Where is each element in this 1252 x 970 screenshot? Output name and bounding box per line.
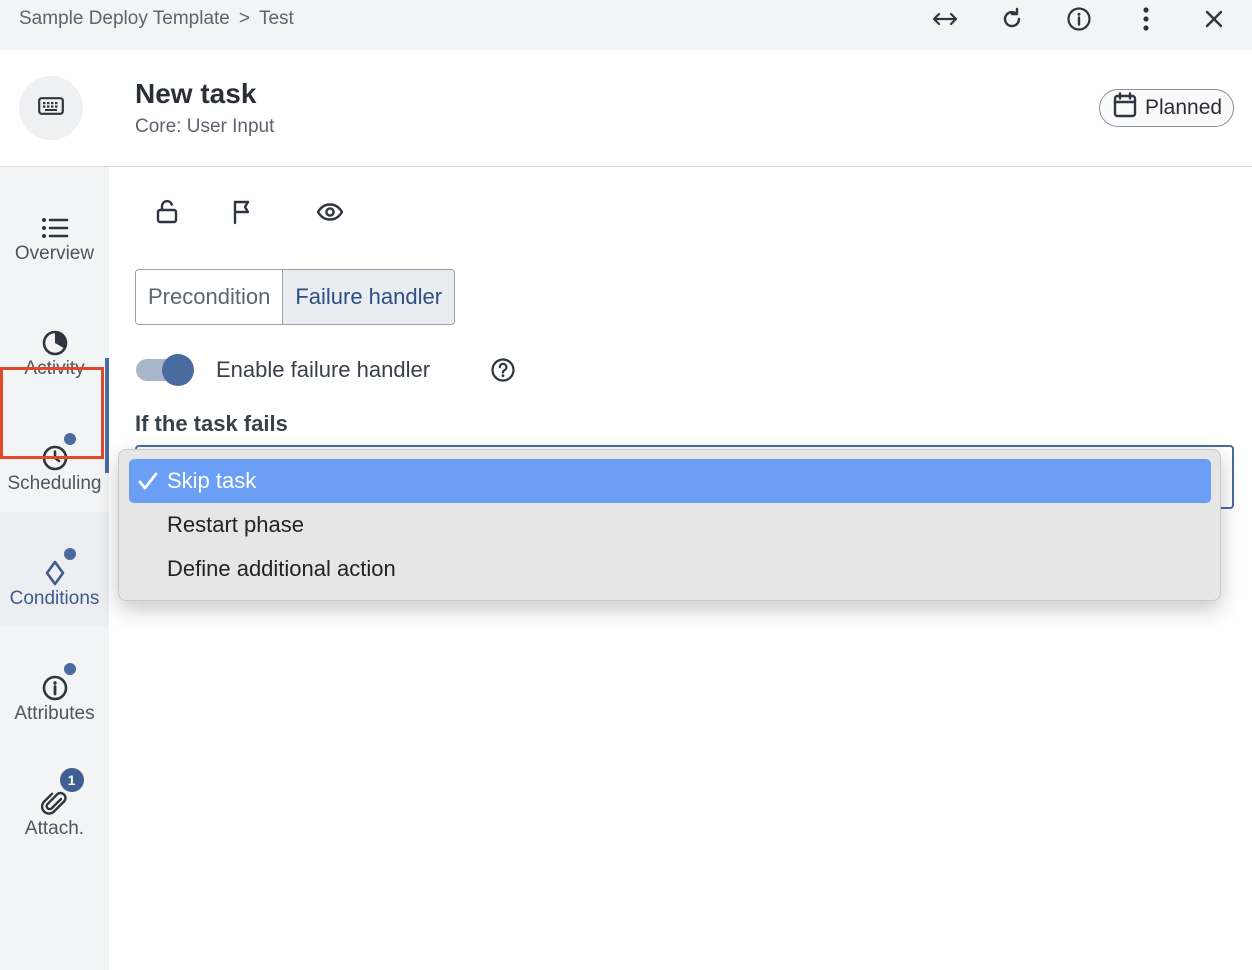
breadcrumb-current: Test <box>258 8 294 29</box>
sidebar-item-attributes[interactable]: Attributes <box>0 627 109 742</box>
close-icon[interactable] <box>1199 4 1229 34</box>
sidebar-item-overview[interactable]: Overview <box>0 167 109 282</box>
page-title: New task <box>135 78 257 109</box>
pie-clock-icon <box>40 328 70 358</box>
dropdown-option-restart-phase[interactable]: Restart phase <box>129 503 1211 547</box>
checkmark-icon <box>129 472 167 490</box>
expand-horizontal-icon[interactable] <box>930 4 960 34</box>
sidebar-item-label: Scheduling <box>7 473 102 494</box>
task-avatar <box>19 76 83 140</box>
tab-precondition[interactable]: Precondition <box>136 270 283 324</box>
sidebar: Overview Activity Scheduling Conditions … <box>0 167 109 970</box>
task-type-subtitle: Core: User Input <box>135 116 275 137</box>
calendar-icon <box>1113 92 1137 124</box>
info-icon[interactable] <box>1064 4 1094 34</box>
sidebar-item-label: Activity <box>24 358 85 379</box>
breadcrumb-parent[interactable]: Sample Deploy Template <box>19 8 230 30</box>
condition-tabs: Precondition Failure handler <box>135 269 456 325</box>
status-label: Planned <box>1145 96 1223 119</box>
help-icon[interactable] <box>490 357 516 383</box>
list-icon <box>40 213 70 243</box>
top-bar: Sample Deploy Template > Test <box>0 0 1252 50</box>
toggle-label: Enable failure handler <box>216 357 431 382</box>
notification-dot <box>63 433 76 445</box>
dropdown-option-skip-task[interactable]: Skip task <box>129 459 1211 503</box>
diamond-icon <box>40 548 76 588</box>
dropdown-option-define-additional-action[interactable]: Define additional action <box>129 547 1211 591</box>
keyboard-icon <box>38 96 64 120</box>
dropdown-option-label: Define additional action <box>167 556 396 581</box>
sidebar-item-scheduling[interactable]: Scheduling <box>0 397 109 512</box>
dropdown-option-label: Skip task <box>167 468 257 493</box>
breadcrumb: Sample Deploy Template > Test <box>19 8 294 30</box>
breadcrumb-separator: > <box>238 8 250 29</box>
sidebar-item-attachments[interactable]: 1 Attach. <box>0 742 109 857</box>
paperclip-icon: 1 <box>40 768 84 818</box>
notification-dot <box>63 663 76 675</box>
enable-failure-handler-toggle[interactable] <box>136 352 196 388</box>
flag-icon[interactable] <box>227 197 257 227</box>
tab-failure-handler[interactable]: Failure handler <box>282 270 455 324</box>
task-header: New task Core: User Input Planned <box>0 50 1252 167</box>
dropdown-option-label: Restart phase <box>167 512 304 537</box>
sidebar-item-activity[interactable]: Activity <box>0 282 109 397</box>
attachment-count-badge: 1 <box>59 768 84 792</box>
toggle-knob <box>162 354 194 386</box>
failure-action-label: If the task fails <box>135 411 288 436</box>
unlock-icon[interactable] <box>152 197 182 227</box>
notification-dot <box>63 548 76 560</box>
sidebar-item-conditions[interactable]: Conditions <box>0 512 109 627</box>
info-icon <box>40 663 76 703</box>
sidebar-item-label: Conditions <box>9 588 100 609</box>
sidebar-item-label: Attributes <box>14 703 95 724</box>
failure-action-dropdown: Skip task Restart phase Define additiona… <box>118 449 1221 601</box>
more-vertical-icon[interactable] <box>1131 4 1161 34</box>
clock-icon <box>40 433 76 473</box>
refresh-icon[interactable] <box>997 4 1027 34</box>
sidebar-item-label: Overview <box>14 243 95 264</box>
eye-icon[interactable] <box>315 197 345 227</box>
sidebar-item-label: Attach. <box>24 818 85 839</box>
active-nav-indicator <box>105 358 109 473</box>
status-badge[interactable]: Planned <box>1099 89 1234 127</box>
